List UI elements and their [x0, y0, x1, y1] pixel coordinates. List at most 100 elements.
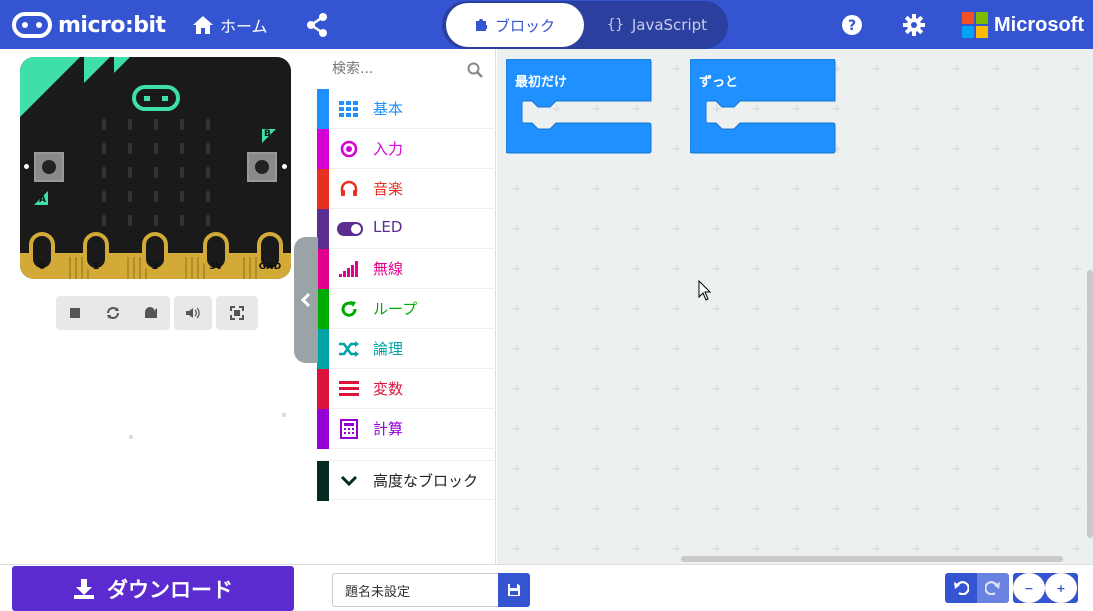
- button-b[interactable]: [247, 152, 277, 182]
- workspace-scrollbar-horizontal[interactable]: [681, 556, 1063, 562]
- save-button[interactable]: [498, 573, 530, 607]
- category-color-bar: [317, 409, 329, 449]
- category-label: 高度なブロック: [373, 472, 479, 490]
- led: [128, 191, 132, 202]
- signal-bars-icon: [339, 259, 359, 279]
- blocks-mode-button[interactable]: ブロック: [446, 3, 584, 47]
- grid-icon: [339, 99, 359, 119]
- category-radio[interactable]: 無線: [317, 249, 496, 289]
- blocks-mode-label: ブロック: [494, 16, 555, 35]
- mute-button[interactable]: [174, 296, 212, 330]
- workspace-scrollbar-vertical[interactable]: [1087, 270, 1093, 538]
- settings-button[interactable]: [902, 13, 926, 41]
- collapse-simulator-button[interactable]: [294, 237, 318, 363]
- help-button[interactable]: ?: [841, 14, 863, 40]
- category-color-bar: [317, 369, 329, 409]
- share-icon: [307, 13, 327, 37]
- led: [154, 143, 158, 154]
- led: [206, 215, 210, 226]
- microbit-board: A B 0 1 2 3V GND: [20, 57, 291, 279]
- sim-sound-group: [174, 296, 212, 330]
- stop-button[interactable]: [56, 296, 94, 330]
- bottom-bar: ダウンロード −: [0, 564, 1093, 611]
- mouse-cursor-icon: [698, 279, 712, 306]
- help-icon: ?: [842, 15, 862, 35]
- pin-label: 1: [92, 262, 100, 272]
- calculator-icon: [339, 419, 359, 439]
- sim-fullscreen-group: [216, 296, 258, 330]
- category-led[interactable]: LED: [317, 209, 496, 249]
- project-name-input[interactable]: [332, 573, 498, 607]
- on-start-block[interactable]: 最初だけ: [505, 58, 652, 158]
- category-color-bar: [317, 89, 329, 129]
- javascript-mode-label: JavaScript: [631, 16, 708, 34]
- microsoft-logo-icon: [962, 12, 988, 38]
- hole-left: [24, 164, 29, 169]
- refresh-icon: [339, 299, 359, 319]
- category-label: 変数: [373, 380, 404, 398]
- microsoft-logo[interactable]: Microsoft: [962, 12, 1084, 38]
- brand-text: micro:bit: [58, 12, 166, 38]
- pin-label: GND: [258, 262, 282, 272]
- forever-block[interactable]: ずっと: [689, 58, 836, 158]
- led: [180, 215, 184, 226]
- category-loops[interactable]: ループ: [317, 289, 496, 329]
- redo-icon: [985, 581, 1000, 595]
- category-basic[interactable]: 基本: [317, 89, 496, 129]
- zoom-out-button[interactable]: −: [1013, 573, 1045, 603]
- category-math[interactable]: 計算: [317, 409, 496, 449]
- speaker-icon: [186, 307, 200, 319]
- fullscreen-icon: [230, 306, 244, 320]
- led: [180, 119, 184, 130]
- block-label: ずっと: [699, 75, 739, 90]
- download-icon: [74, 578, 94, 599]
- hole-right: [282, 164, 287, 169]
- search-input[interactable]: [332, 61, 472, 77]
- home-label: ホーム: [220, 17, 268, 36]
- category-variables[interactable]: 変数: [317, 369, 496, 409]
- pin-label: 3V: [209, 262, 223, 272]
- chevron-left-icon: [300, 292, 311, 308]
- fullscreen-button[interactable]: [216, 296, 258, 330]
- zoom-in-button[interactable]: +: [1045, 573, 1077, 603]
- led: [128, 167, 132, 178]
- led: [180, 167, 184, 178]
- category-logic[interactable]: 論理: [317, 329, 496, 369]
- minus-icon: −: [1013, 573, 1045, 603]
- redo-button[interactable]: [977, 573, 1009, 603]
- category-advanced[interactable]: 高度なブロック: [317, 460, 496, 501]
- category-label: LED: [373, 218, 403, 236]
- led: [128, 215, 132, 226]
- led: [102, 167, 106, 178]
- category-input[interactable]: 入力: [317, 129, 496, 169]
- undo-button[interactable]: [945, 573, 977, 603]
- gear-icon: [903, 14, 925, 36]
- category-color-bar: [317, 209, 329, 249]
- lines-icon: [339, 379, 359, 399]
- refresh-icon: [107, 307, 119, 319]
- led: [102, 143, 106, 154]
- category-color-bar: [317, 169, 329, 209]
- category-label: ループ: [373, 300, 418, 318]
- led: [180, 143, 184, 154]
- led: [154, 191, 158, 202]
- category-label: 論理: [373, 340, 404, 358]
- category-color-bar: [317, 129, 329, 169]
- category-music[interactable]: 音楽: [317, 169, 496, 209]
- editor-mode-toggle: ブロック {} JavaScript: [442, 1, 728, 49]
- blocks-workspace[interactable]: 最初だけ ずっと: [497, 49, 1093, 564]
- simulator-toolbar: [56, 296, 258, 330]
- restart-button[interactable]: [94, 296, 132, 330]
- category-label: 計算: [373, 420, 404, 438]
- search-icon[interactable]: [467, 62, 483, 78]
- home-button[interactable]: ホーム: [192, 12, 268, 38]
- undo-icon: [954, 581, 969, 595]
- led-matrix[interactable]: [102, 119, 210, 226]
- share-button[interactable]: [306, 13, 328, 41]
- javascript-mode-button[interactable]: {} JavaScript: [592, 3, 722, 47]
- button-a[interactable]: [34, 152, 64, 182]
- download-button[interactable]: ダウンロード: [12, 566, 294, 611]
- microbit-logo[interactable]: micro:bit: [12, 11, 166, 39]
- led: [206, 119, 210, 130]
- slowmo-button[interactable]: [132, 296, 170, 330]
